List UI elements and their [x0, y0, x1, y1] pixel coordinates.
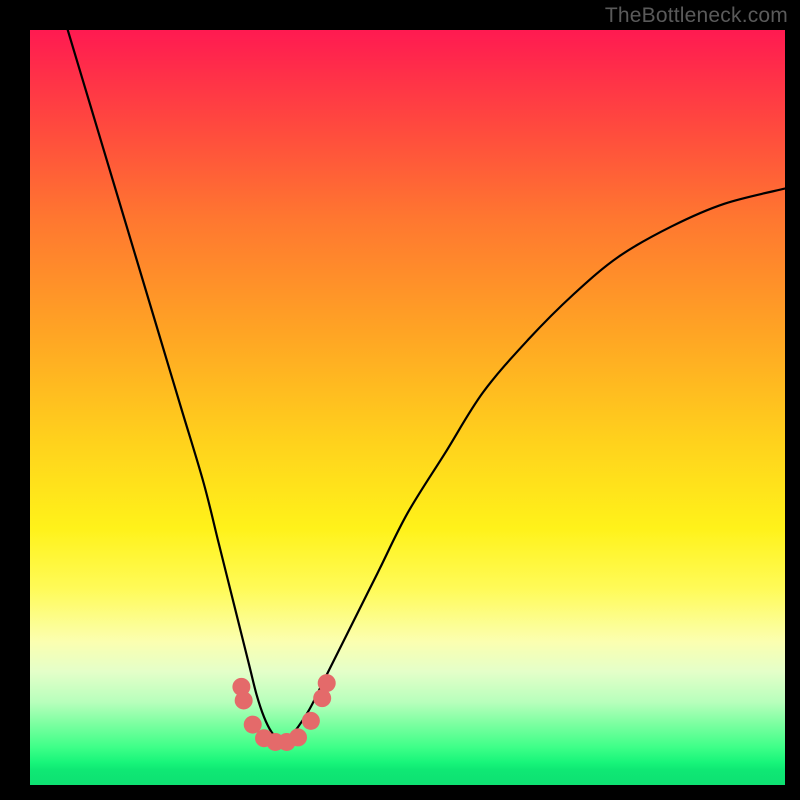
marker-dots [232, 674, 335, 751]
chart-svg [30, 30, 785, 785]
marker-dot [232, 678, 250, 696]
marker-dot [278, 733, 296, 751]
watermark-text: TheBottleneck.com [605, 4, 788, 28]
bottleneck-curve-path [68, 30, 785, 741]
marker-dot [235, 691, 253, 709]
marker-dot [255, 729, 273, 747]
plot-area [30, 30, 785, 785]
marker-dot [318, 674, 336, 692]
marker-dot [244, 716, 262, 734]
marker-dot [313, 689, 331, 707]
marker-dot [266, 733, 284, 751]
marker-dot [302, 712, 320, 730]
marker-dot [289, 728, 307, 746]
chart-frame: TheBottleneck.com [0, 0, 800, 800]
